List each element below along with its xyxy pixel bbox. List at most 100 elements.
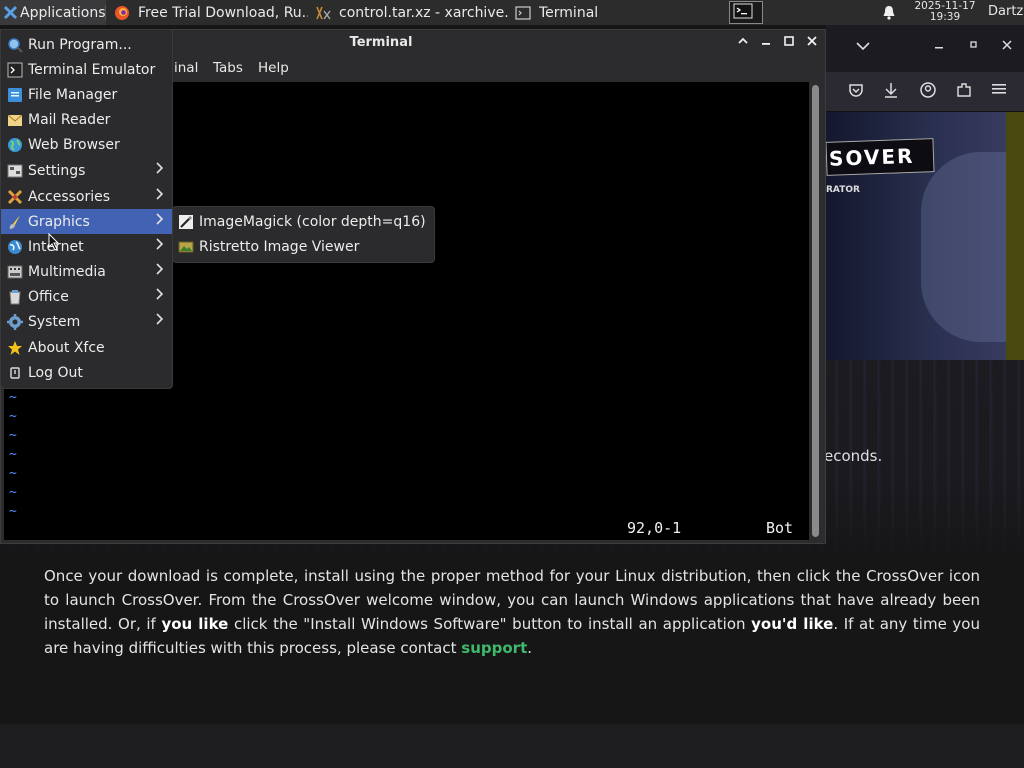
taskbar-window-title: control.tar.xz - xarchive... — [339, 4, 510, 21]
menu-item-label: Multimedia — [28, 263, 106, 280]
menu-item-file-manager[interactable]: File Manager — [1, 82, 172, 107]
scrollbar-thumb[interactable] — [812, 85, 819, 537]
menu-item-label: Graphics — [28, 213, 90, 230]
support-link[interactable]: support — [461, 639, 527, 657]
menu-item-multimedia[interactable]: Multimedia — [1, 259, 172, 284]
about-xfce-icon — [7, 340, 23, 356]
minimize-icon[interactable] — [934, 38, 944, 54]
menu-item-log-out[interactable]: Log Out — [1, 360, 172, 385]
accessories-icon — [7, 189, 23, 205]
notification-bell-icon[interactable] — [882, 5, 896, 20]
firefox-icon — [114, 5, 130, 21]
menu-item-internet[interactable]: Internet — [1, 234, 172, 259]
menu-terminal[interactable]: inal — [174, 60, 198, 76]
pocket-icon[interactable] — [848, 82, 864, 102]
mouse-cursor-icon — [48, 232, 60, 251]
chevron-right-icon — [156, 288, 164, 304]
terminal-icon — [515, 5, 531, 21]
taskbar-window-browser[interactable]: Free Trial Download, Ru... — [110, 0, 308, 25]
crossover-logo: SOVER — [826, 138, 935, 176]
close-icon[interactable] — [804, 35, 820, 51]
taskbar-window-terminal[interactable]: Terminal — [511, 0, 711, 25]
minimize-icon[interactable] — [758, 35, 774, 51]
internet-icon — [7, 239, 23, 255]
close-icon[interactable] — [1002, 38, 1012, 54]
menu-item-graphics[interactable]: Graphics — [1, 209, 172, 234]
page-text-fragment: econds. — [824, 447, 883, 465]
chevron-right-icon — [156, 263, 164, 279]
web-browser-icon — [7, 137, 23, 153]
chevron-right-icon — [156, 213, 164, 229]
account-icon[interactable] — [920, 82, 936, 102]
vim-empty-line-marker: ~ — [9, 409, 17, 424]
maximize-icon[interactable] — [969, 38, 979, 54]
hamburger-menu-icon[interactable] — [992, 82, 1006, 100]
chevron-right-icon — [156, 313, 164, 329]
banner-edge — [1006, 112, 1024, 360]
menu-item-about-xfce[interactable]: About Xfce — [1, 335, 172, 360]
file-manager-icon — [7, 87, 23, 103]
menu-item-label: Run Program... — [28, 36, 132, 53]
extensions-icon[interactable] — [956, 82, 972, 102]
submenu-item-imagemagick-color-depth-q16[interactable]: ImageMagick (color depth=q16) — [173, 209, 434, 234]
taskbar-separator — [105, 5, 106, 20]
ristretto-icon — [178, 239, 194, 255]
menu-item-label: Mail Reader — [28, 111, 111, 128]
chevron-up-icon[interactable] — [735, 35, 751, 51]
clock-time: 19:39 — [929, 11, 961, 23]
terminal-scrollbar[interactable] — [811, 82, 821, 540]
applications-menu-button[interactable]: Applications — [0, 0, 106, 25]
crossover-logo-subtitle: RATOR — [826, 185, 860, 195]
taskbar: Applications Free Trial Download, Ru... … — [0, 0, 1024, 25]
download-instructions-paragraph: Once your download is complete, install … — [44, 564, 980, 660]
graphics-icon — [7, 214, 23, 230]
submenu-item-ristretto-image-viewer[interactable]: Ristretto Image Viewer — [173, 234, 434, 259]
menu-item-label: Web Browser — [28, 136, 120, 153]
chevron-down-icon[interactable] — [856, 39, 870, 55]
menu-item-web-browser[interactable]: Web Browser — [1, 132, 172, 157]
submenu-item-label: Ristretto Image Viewer — [199, 238, 360, 255]
menu-item-mail-reader[interactable]: Mail Reader — [1, 107, 172, 132]
menu-help[interactable]: Help — [258, 60, 289, 76]
menu-item-settings[interactable]: Settings — [1, 158, 172, 183]
graphics-submenu: ImageMagick (color depth=q16) Ristretto I… — [172, 206, 435, 263]
applications-menu: Run Program... Terminal Emulator File Mana… — [0, 29, 173, 389]
archive-icon — [315, 5, 331, 21]
multimedia-icon — [7, 264, 23, 280]
run-program-icon — [7, 37, 23, 53]
maximize-icon[interactable] — [781, 35, 797, 51]
menu-item-terminal-emulator[interactable]: Terminal Emulator — [1, 57, 172, 82]
browser-window: SOVER RATOR — [826, 25, 1024, 360]
user-name[interactable]: Dartz — [988, 4, 1023, 19]
xfce-logo-icon — [3, 5, 18, 20]
vim-empty-line-marker: ~ — [9, 390, 17, 405]
menu-item-label: System — [28, 313, 81, 330]
menu-item-run-program[interactable]: Run Program... — [1, 32, 172, 57]
chevron-right-icon — [156, 238, 164, 254]
vim-cursor-position: 92,0-1 — [627, 519, 682, 537]
terminal-launcher-icon[interactable] — [729, 1, 763, 24]
browser-titlebar — [826, 25, 1024, 72]
vim-empty-line-marker: ~ — [9, 428, 17, 443]
taskbar-window-archive[interactable]: control.tar.xz - xarchive... — [311, 0, 510, 25]
taskbar-clock[interactable]: 2025-11-17 19:39 — [907, 1, 983, 23]
page-footer — [0, 724, 1024, 768]
para-bold: you like — [161, 615, 229, 633]
menu-item-label: About Xfce — [28, 339, 105, 356]
vim-empty-line-marker: ~ — [9, 466, 17, 481]
mail-reader-icon — [7, 112, 23, 128]
para-bold: you'd like — [751, 615, 834, 633]
menu-tabs[interactable]: Tabs — [213, 60, 243, 76]
system-icon — [7, 313, 23, 330]
download-icon[interactable] — [883, 82, 899, 102]
vim-empty-line-marker: ~ — [9, 447, 17, 462]
menu-item-label: Settings — [28, 162, 86, 179]
para-text: . — [527, 639, 533, 657]
menu-item-system[interactable]: System — [1, 309, 172, 334]
menu-item-office[interactable]: Office — [1, 284, 172, 309]
chevron-right-icon — [156, 188, 164, 204]
menu-item-label: File Manager — [28, 86, 118, 103]
menu-item-accessories[interactable]: Accessories — [1, 184, 172, 209]
menu-item-label: Terminal Emulator — [28, 61, 156, 78]
office-icon — [7, 289, 23, 305]
